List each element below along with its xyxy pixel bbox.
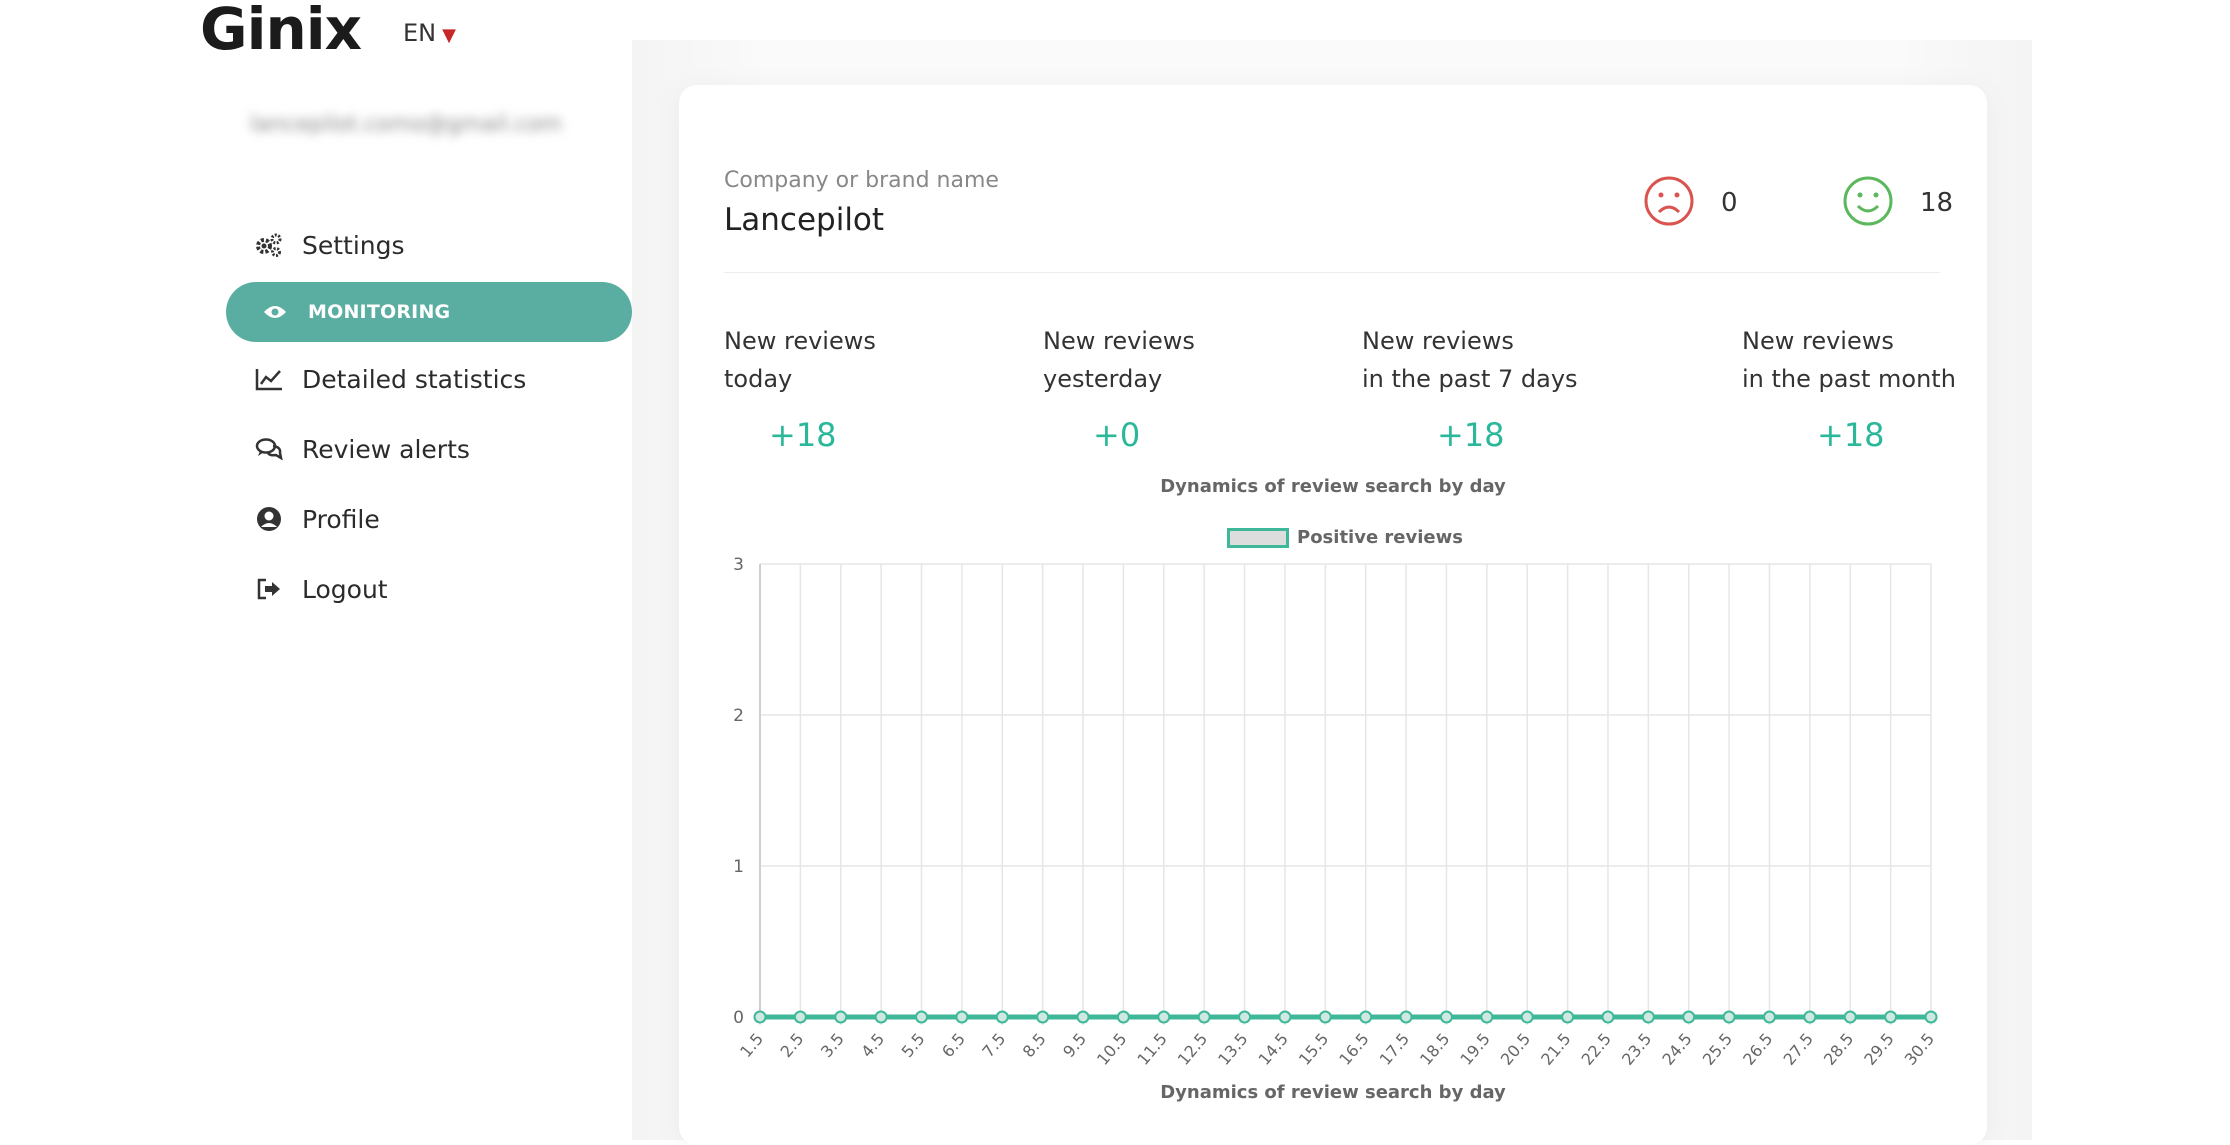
data-point	[1076, 1010, 1090, 1024]
data-point	[1682, 1010, 1696, 1024]
gears-icon	[254, 230, 284, 260]
sidebar-nav: Settings MONITORING Detailed statistics …	[226, 210, 632, 624]
x-tick-label: 21.5	[1537, 1029, 1574, 1069]
x-tick-label: 9.5	[1059, 1029, 1090, 1061]
x-tick-label: 29.5	[1860, 1029, 1897, 1069]
sidebar-item-label: Logout	[302, 574, 388, 604]
x-tick-label: 3.5	[817, 1029, 848, 1061]
x-tick-label: 17.5	[1376, 1029, 1413, 1069]
data-point	[1884, 1010, 1898, 1024]
data-point	[1641, 1010, 1655, 1024]
data-point	[1480, 1010, 1494, 1024]
x-tick-label: 7.5	[978, 1029, 1009, 1061]
x-tick-label: 20.5	[1497, 1029, 1534, 1069]
x-tick-label: 27.5	[1779, 1029, 1816, 1069]
data-point	[995, 1010, 1009, 1024]
x-tick-label: 19.5	[1456, 1029, 1493, 1069]
x-tick-label: 28.5	[1820, 1029, 1857, 1069]
x-tick-label: 22.5	[1578, 1029, 1615, 1069]
data-point	[955, 1010, 969, 1024]
chart-x-axis-label: Dynamics of review search by day	[1160, 1082, 1506, 1103]
data-point	[1520, 1010, 1534, 1024]
x-tick-label: 4.5	[857, 1029, 888, 1061]
data-point	[1762, 1010, 1776, 1024]
review-dynamics-chart: 01231.5 2.5 3.5 4.5 5.5 6.5 7.5 8.5 9.5 10.5 11.5 1…	[733, 555, 1938, 1069]
y-tick-label: 0	[733, 1008, 744, 1028]
user-circle-icon	[254, 504, 284, 534]
sidebar-item-label: Detailed statistics	[302, 364, 527, 394]
data-point	[1803, 1010, 1817, 1024]
logo-text: Ginix	[200, 0, 362, 63]
language-label: EN	[403, 19, 437, 47]
sidebar-item-logout[interactable]: Logout	[226, 554, 632, 624]
data-point	[1924, 1010, 1938, 1024]
x-tick-label: 13.5	[1214, 1029, 1251, 1069]
x-tick-label: 12.5	[1174, 1029, 1211, 1069]
data-point	[1399, 1010, 1413, 1024]
line-chart-icon	[254, 364, 284, 394]
data-point	[1318, 1010, 1332, 1024]
sidebar-item-review-alerts[interactable]: Review alerts	[226, 414, 632, 484]
comments-icon	[254, 434, 284, 464]
x-tick-label: 5.5	[898, 1029, 929, 1061]
x-tick-label: 15.5	[1295, 1029, 1332, 1069]
dropdown-arrow-icon: ▼	[442, 25, 456, 46]
x-tick-label: 18.5	[1416, 1029, 1453, 1069]
x-tick-label: 26.5	[1739, 1029, 1776, 1069]
data-point	[915, 1010, 929, 1024]
sign-out-icon	[254, 574, 284, 604]
data-point	[1278, 1010, 1292, 1024]
x-tick-label: 24.5	[1658, 1029, 1695, 1069]
y-tick-label: 3	[733, 555, 744, 575]
sidebar-item-settings[interactable]: Settings	[226, 210, 632, 280]
sidebar-item-label: Settings	[302, 230, 405, 260]
data-point	[753, 1010, 767, 1024]
monitoring-card: Company or brand name Lancepilot 0 18 Ne…	[679, 85, 1987, 1145]
data-point	[1439, 1010, 1453, 1024]
data-point	[1561, 1010, 1575, 1024]
data-point	[1601, 1010, 1615, 1024]
x-tick-label: 14.5	[1255, 1029, 1292, 1069]
x-tick-label: 25.5	[1699, 1029, 1736, 1069]
x-tick-label: 1.5	[736, 1029, 767, 1061]
sidebar-item-label: Profile	[302, 504, 380, 534]
sidebar-item-profile[interactable]: Profile	[226, 484, 632, 554]
x-tick-label: 2.5	[777, 1029, 808, 1061]
data-point	[1197, 1010, 1211, 1024]
x-tick-label: 23.5	[1618, 1029, 1655, 1069]
x-tick-label: 8.5	[1019, 1029, 1050, 1061]
data-point	[1722, 1010, 1736, 1024]
sidebar-item-label: Review alerts	[302, 434, 470, 464]
x-tick-label: 16.5	[1335, 1029, 1372, 1069]
data-point	[1359, 1010, 1373, 1024]
data-point	[1036, 1010, 1050, 1024]
logo[interactable]: Ginix	[200, 0, 362, 58]
sidebar-item-detailed-statistics[interactable]: Detailed statistics	[226, 344, 632, 414]
eye-icon	[260, 297, 290, 327]
x-tick-label: 10.5	[1093, 1029, 1130, 1069]
data-point	[793, 1010, 807, 1024]
data-point	[1116, 1010, 1130, 1024]
y-tick-label: 1	[733, 857, 744, 877]
data-point	[1843, 1010, 1857, 1024]
data-point	[834, 1010, 848, 1024]
x-tick-label: 6.5	[938, 1029, 969, 1061]
data-point	[1157, 1010, 1171, 1024]
sidebar-item-label: MONITORING	[308, 301, 451, 323]
x-tick-label: 11.5	[1133, 1029, 1170, 1069]
data-point	[1238, 1010, 1252, 1024]
sidebar-item-monitoring[interactable]: MONITORING	[226, 282, 632, 342]
y-tick-label: 2	[733, 706, 744, 726]
language-selector[interactable]: EN ▼	[403, 19, 456, 47]
data-point	[874, 1010, 888, 1024]
x-tick-label: 30.5	[1901, 1029, 1938, 1069]
user-email: lancepilot.como@gmail.com	[250, 112, 562, 137]
